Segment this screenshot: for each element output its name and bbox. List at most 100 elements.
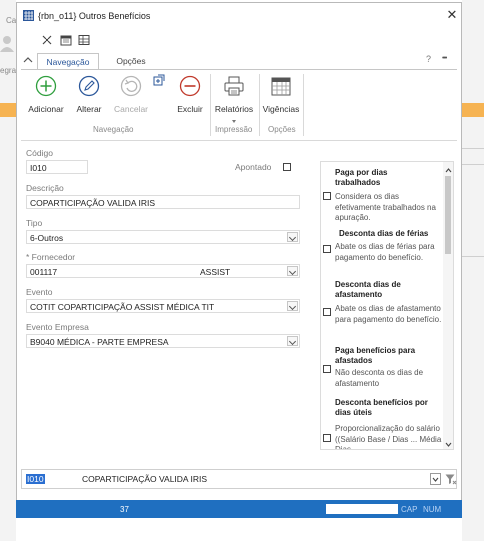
record-dropdown-button[interactable] bbox=[430, 473, 441, 485]
window-title: {rbn_o11} Outros Benefícios bbox=[38, 11, 151, 21]
option-description: Não desconta os dias de afastamento bbox=[335, 368, 424, 388]
background-user-icon bbox=[0, 34, 14, 54]
option-description: Proporcionalização do salário ((Salário … bbox=[335, 424, 442, 450]
option-checkbox[interactable] bbox=[323, 365, 331, 373]
record-description: COPARTICIPAÇÃO VALIDA IRIS bbox=[82, 474, 208, 484]
background-divider bbox=[462, 164, 484, 165]
option-checkbox[interactable] bbox=[323, 192, 331, 200]
option-title: Desconta dias de afastamento bbox=[335, 280, 401, 299]
pencil-icon bbox=[78, 75, 100, 99]
table-icon[interactable] bbox=[78, 34, 90, 46]
background-band bbox=[462, 103, 484, 117]
help-button[interactable]: ? bbox=[426, 54, 431, 64]
calendar-icon bbox=[270, 75, 292, 99]
evento-value: COTIT COPARTICIPAÇÃO ASSIST MÉDICA TIT bbox=[30, 302, 215, 312]
status-progress-field bbox=[326, 504, 398, 514]
reports-button-label: Relatórios bbox=[214, 104, 254, 114]
ribbon-separator bbox=[303, 74, 304, 136]
background-app-left: Ca egra bbox=[0, 0, 16, 541]
more-options-button[interactable]: ••• bbox=[442, 55, 447, 62]
descricao-label: Descrição bbox=[26, 183, 64, 193]
option-checkbox[interactable] bbox=[323, 308, 331, 316]
add-button-label: Adicionar bbox=[28, 104, 64, 114]
ribbon-separator bbox=[210, 74, 211, 136]
option-checkbox[interactable] bbox=[323, 434, 331, 442]
edit-button-label: Alterar bbox=[76, 104, 102, 114]
reports-button[interactable]: Relatórios bbox=[212, 74, 256, 123]
ribbon: Adicionar Alterar Cancelar Excluir Relat… bbox=[21, 69, 457, 141]
minus-circle-icon bbox=[179, 75, 201, 99]
tipo-label: Tipo bbox=[26, 218, 43, 228]
filter-icon[interactable] bbox=[445, 473, 457, 487]
add-circle-icon bbox=[35, 75, 57, 99]
edit-button[interactable]: Alterar bbox=[71, 74, 107, 120]
option-title: Paga por dias trabalhados bbox=[335, 168, 388, 187]
fornecedor-label: * Fornecedor bbox=[26, 252, 76, 262]
undo-icon bbox=[120, 75, 142, 99]
chevron-down-icon[interactable] bbox=[287, 232, 298, 242]
cancel-button[interactable]: Cancelar bbox=[111, 74, 151, 120]
evento-empresa-value: B9040 MÉDICA - PARTE EMPRESA bbox=[30, 337, 169, 347]
delete-button-label: Excluir bbox=[177, 104, 203, 114]
evento-empresa-select[interactable]: B9040 MÉDICA - PARTE EMPRESA bbox=[26, 334, 300, 348]
background-divider bbox=[462, 256, 484, 257]
tab-navegacao[interactable]: Navegação bbox=[37, 53, 99, 70]
caps-lock-indicator: CAP bbox=[401, 505, 418, 514]
option-checkbox[interactable] bbox=[323, 245, 331, 253]
validity-button[interactable]: Vigências bbox=[261, 74, 301, 120]
options-scrollbar-thumb[interactable] bbox=[445, 176, 451, 254]
background-text: Ca bbox=[6, 16, 17, 25]
add-button[interactable]: Adicionar bbox=[26, 74, 66, 120]
evento-empresa-label: Evento Empresa bbox=[26, 322, 89, 332]
validity-button-label: Vigências bbox=[262, 104, 300, 114]
option-title: Desconta dias de férias bbox=[339, 229, 429, 238]
new-window-icon[interactable] bbox=[153, 74, 165, 88]
record-selector[interactable]: I010 COPARTICIPAÇÃO VALIDA IRIS bbox=[21, 469, 457, 489]
chevron-down-icon[interactable] bbox=[287, 266, 298, 276]
record-code: I010 bbox=[26, 474, 45, 484]
fornecedor-code: 001117 bbox=[30, 267, 58, 277]
group-label-navegacao: Navegação bbox=[93, 125, 134, 134]
status-bar: 37 CAP NUM bbox=[16, 500, 462, 518]
printer-icon bbox=[223, 75, 245, 99]
evento-select[interactable]: COTIT COPARTICIPAÇÃO ASSIST MÉDICA TIT bbox=[26, 299, 300, 313]
chevron-down-icon[interactable] bbox=[287, 336, 298, 346]
chevron-down-icon[interactable] bbox=[445, 440, 452, 449]
codigo-label: Código bbox=[26, 148, 53, 158]
option-description: Abate os dias de férias para pagamento d… bbox=[335, 242, 435, 262]
codigo-field[interactable]: I010 bbox=[26, 160, 88, 174]
option-description: Abate os dias de afastamento para pagame… bbox=[335, 304, 442, 324]
tipo-value: 6-Outros bbox=[30, 233, 64, 243]
group-label-opcoes: Opções bbox=[268, 125, 296, 134]
background-text: egra bbox=[0, 66, 17, 75]
options-panel: Paga por dias trabalhados Considera os d… bbox=[320, 161, 454, 450]
apontado-checkbox[interactable] bbox=[283, 163, 291, 171]
chevron-down-icon bbox=[432, 477, 439, 482]
app-grid-icon bbox=[23, 10, 34, 21]
num-lock-indicator: NUM bbox=[423, 505, 442, 514]
dropdown-arrow-icon bbox=[232, 115, 236, 123]
collapse-ribbon-icon[interactable] bbox=[23, 55, 33, 65]
title-bar[interactable]: {rbn_o11} Outros Benefícios ✕ bbox=[17, 3, 461, 29]
delete-button[interactable]: Excluir bbox=[173, 74, 207, 120]
option-description: Considera os dias efetivamente trabalhad… bbox=[335, 192, 436, 222]
group-label-impressao: Impressão bbox=[215, 125, 253, 134]
collapse-arrows-icon[interactable] bbox=[41, 34, 53, 46]
benefits-dialog: {rbn_o11} Outros Benefícios ✕ Navegação … bbox=[16, 2, 462, 518]
ribbon-separator bbox=[259, 74, 260, 136]
evento-label: Evento bbox=[26, 287, 53, 297]
tab-opcoes[interactable]: Opções bbox=[109, 53, 153, 69]
option-title: Desconta benefícios por dias úteis bbox=[335, 398, 428, 417]
background-divider bbox=[462, 148, 484, 149]
chevron-up-icon[interactable] bbox=[445, 165, 452, 175]
tipo-select[interactable]: 6-Outros bbox=[26, 230, 300, 244]
close-button[interactable]: ✕ bbox=[445, 8, 459, 22]
background-band bbox=[0, 103, 16, 117]
calendar-icon[interactable] bbox=[60, 34, 72, 46]
option-title: Paga benefícios para afastados bbox=[335, 346, 416, 365]
chevron-down-icon[interactable] bbox=[287, 301, 298, 311]
fornecedor-select[interactable]: 001117 ASSIST bbox=[26, 264, 300, 278]
descricao-field[interactable]: COPARTICIPAÇÃO VALIDA IRIS bbox=[26, 195, 300, 209]
record-count: 37 bbox=[120, 505, 129, 514]
cancel-button-label: Cancelar bbox=[113, 104, 149, 114]
